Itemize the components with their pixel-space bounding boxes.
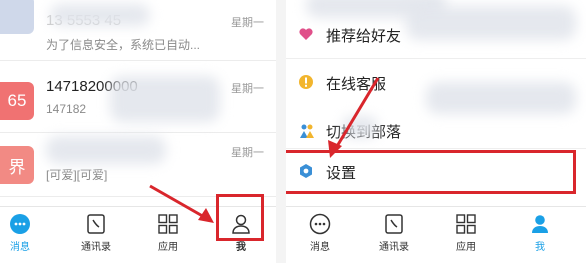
me-screen: 推荐给好友 在线客服 切换到部落 设置 消息 <box>286 0 586 263</box>
annotation-arrow <box>149 184 214 223</box>
messages-screen: 13 5553 45 为了信息安全，系统已自动... 星期一 65 147182… <box>0 0 276 263</box>
annotation-arrow <box>328 77 380 158</box>
panel-separator <box>276 0 286 263</box>
